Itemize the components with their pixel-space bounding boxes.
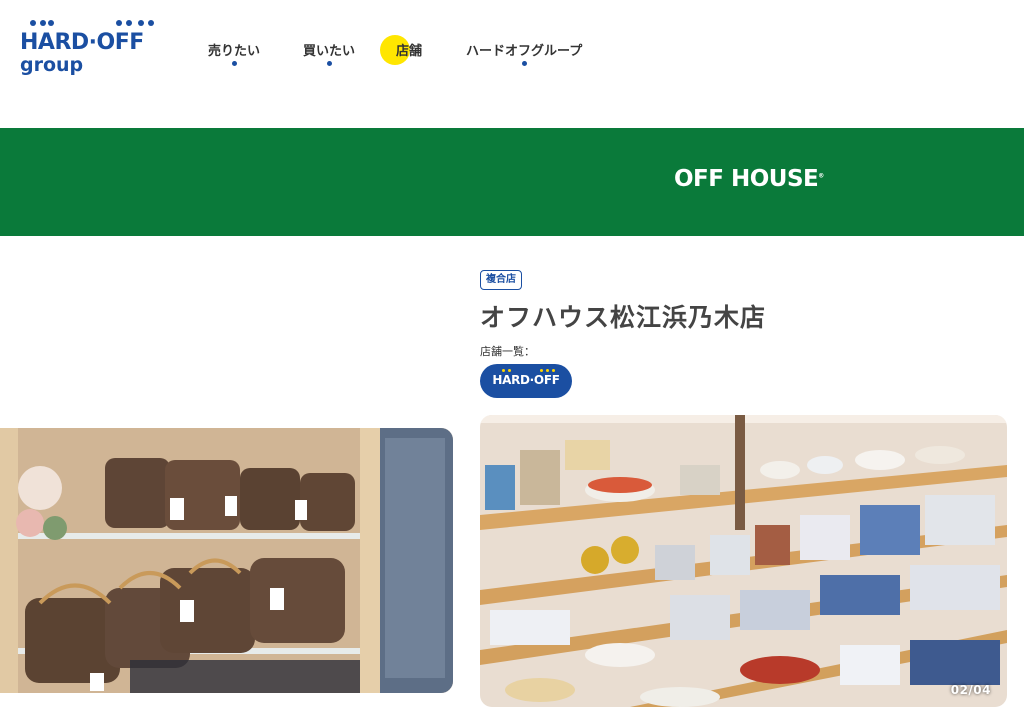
nav-sell-label: 売りたい: [208, 44, 261, 59]
gallery-photo-bags[interactable]: [0, 428, 453, 693]
nav-dot-icon: [231, 61, 237, 66]
brand-pill-label: HARD·OFF: [492, 373, 560, 387]
store-list-label: 店舗一覧：: [480, 345, 535, 358]
hardoff-group-logo[interactable]: HARD·OFF group: [20, 20, 165, 80]
nav-dot-icon: [521, 61, 527, 66]
nav-stores-label: 店舗: [396, 44, 423, 59]
nav-dot-icon: [326, 61, 332, 66]
logo-sub-text: group: [20, 54, 84, 76]
store-title: オフハウス松江浜乃木店: [480, 303, 767, 332]
nav-group[interactable]: ハードオフグループ: [466, 40, 583, 66]
nav-buy-label: 買いたい: [303, 44, 356, 59]
brand-pill-hardoff[interactable]: HARD·OFF: [480, 364, 572, 398]
gallery-counter: 02/04: [950, 683, 991, 697]
site-header: HARD·OFF group 売りたい 買いたい 店舗 ハードオフグループ: [0, 0, 1024, 128]
offhouse-logo-text: OFF HOUSE: [674, 166, 819, 192]
logo-dots: [22, 20, 162, 30]
nav-sell[interactable]: 売りたい: [208, 40, 261, 66]
brand-banner: OFF HOUSE®: [0, 128, 1024, 236]
bags-showcase-image: [0, 428, 453, 693]
nav-stores[interactable]: 店舗: [396, 40, 422, 59]
offhouse-registered-mark: ®: [818, 172, 824, 180]
nav-group-label: ハードオフグループ: [466, 44, 583, 59]
offhouse-logo: OFF HOUSE®: [674, 166, 824, 192]
tableware-shelves-image: [480, 415, 1007, 707]
store-type-badge: 複合店: [480, 270, 522, 290]
nav-buy[interactable]: 買いたい: [303, 40, 356, 66]
logo-main-text: HARD·OFF: [20, 30, 144, 55]
gallery-photo-tableware[interactable]: 02/04: [480, 415, 1007, 707]
